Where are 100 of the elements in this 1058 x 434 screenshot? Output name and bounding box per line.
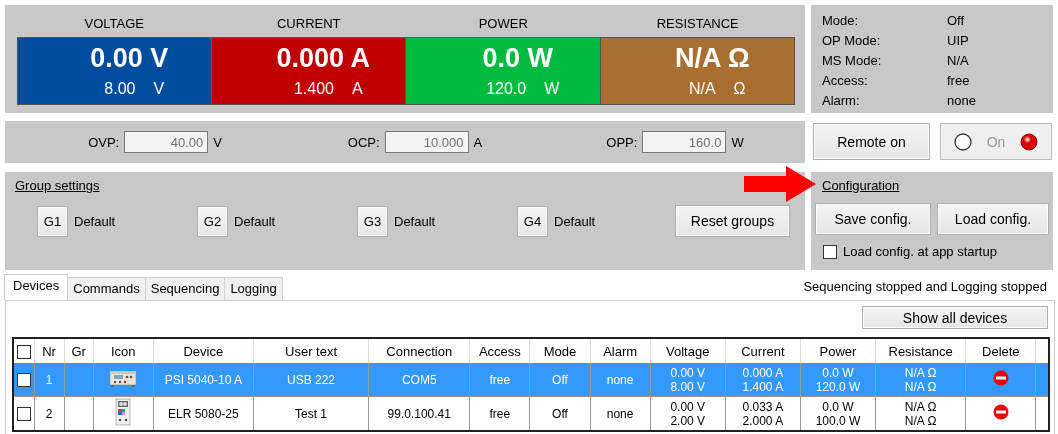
checkbox[interactable] (16, 372, 31, 387)
column-header: Current (741, 343, 785, 359)
column-header: Delete (982, 343, 1020, 359)
table-cell: PSI 5040-10 A (164, 372, 242, 387)
status-value: UIP (947, 33, 970, 49)
meter-label: RESISTANCE (655, 15, 740, 33)
meter-value: 0.0 W (481, 43, 553, 74)
table-cell: N/A Ω (904, 413, 937, 428)
checkbox[interactable] (16, 344, 31, 359)
tab[interactable]: Sequencing (144, 277, 226, 300)
status-label: Mode: (822, 13, 860, 29)
protection-label: OPP: (606, 134, 638, 150)
electronic-load-icon (115, 398, 132, 426)
status-label: OP Mode: (822, 33, 882, 49)
meter-label: VOLTAGE (83, 15, 145, 33)
reset-groups-button[interactable]: Reset groups (675, 205, 790, 237)
limit-value: 8.00 (104, 80, 136, 98)
status-label: MS Mode: (822, 53, 883, 69)
table-cell: 2 (45, 406, 53, 421)
group-button[interactable]: G3 (357, 205, 388, 237)
column-header: Access (478, 343, 521, 359)
meter-value: 0.000 A (275, 43, 371, 74)
column-header: User text (285, 343, 338, 359)
status-value: Off (947, 13, 966, 29)
group-button[interactable]: G4 (517, 205, 548, 237)
table-cell: Off (552, 406, 568, 421)
table-cell: N/A Ω (904, 399, 937, 414)
limit-unit: W (544, 80, 560, 98)
table-cell: 0.00 V (670, 399, 706, 414)
table-cell: 1.400 A (742, 379, 784, 394)
input-field[interactable]: 160.0 (642, 131, 727, 153)
table-cell: 8.00 V (670, 379, 706, 394)
status-value: free (947, 73, 971, 89)
table-cell: N/A Ω (904, 365, 937, 380)
group-name: Default (394, 213, 436, 229)
protection-label: OVP: (88, 134, 120, 150)
checkbox[interactable] (823, 244, 837, 259)
tab[interactable]: Devices (4, 274, 69, 300)
column-header: Icon (110, 343, 136, 359)
meter-value: N/A Ω (673, 43, 750, 74)
status-text: Sequencing stopped and Logging stopped (803, 278, 1048, 294)
table-cell: 99.0.100.41 (387, 406, 451, 421)
table-cell: 0.00 V (670, 365, 706, 380)
unit-label: W (731, 134, 744, 150)
input-field[interactable]: 40.00 (124, 131, 209, 153)
input-field[interactable]: 10.000 (384, 131, 469, 153)
unit-label: A (473, 134, 483, 150)
meter-label: POWER (477, 15, 529, 33)
table-row[interactable]: 2 ELR 5080-25 Test 1 99.0.100.41 free Off none 0.00 V 2.00 V 0.033 A 2.000 A 0.0 W 100.0 W N/A Ω N/A Ω (13, 396, 1049, 431)
radio-circle-icon (954, 132, 973, 151)
table-cell: 100.0 W (815, 413, 861, 428)
table-cell: 0.0 W (822, 399, 854, 414)
config-button[interactable]: Load config. (937, 203, 1049, 235)
table-cell: free (489, 372, 511, 387)
delete-icon[interactable] (992, 404, 1009, 420)
group-name: Default (554, 213, 596, 229)
table-cell: 0.000 A (742, 365, 784, 380)
meter-label: CURRENT (275, 15, 342, 33)
section-title: Configuration (822, 178, 900, 193)
power-supply-icon (109, 368, 138, 388)
tab[interactable]: Logging (224, 277, 283, 300)
remote-button[interactable]: Remote on (813, 123, 930, 160)
config-button[interactable]: Save config. (815, 203, 931, 235)
group-name: Default (74, 213, 116, 229)
limit-unit: V (153, 80, 165, 98)
column-header: Device (183, 343, 224, 359)
table-cell: Off (552, 372, 568, 387)
column-header: Nr (42, 343, 56, 359)
protection-label: OCP: (347, 134, 380, 150)
group-button[interactable]: G1 (37, 205, 68, 237)
pointer-arrow (744, 166, 816, 202)
table-cell: 2.000 A (742, 413, 784, 428)
table-cell: COM5 (401, 372, 437, 387)
delete-icon[interactable] (992, 370, 1009, 386)
table-cell: USB 222 (287, 372, 336, 387)
column-header: Mode (543, 343, 577, 359)
column-header: Voltage (666, 343, 710, 359)
output-label: On (986, 133, 1006, 150)
table-cell: free (489, 406, 511, 421)
checkbox-label: Load config. at app startup (843, 244, 997, 259)
table-cell: Test 1 (295, 406, 328, 421)
status-value: N/A (947, 53, 970, 69)
table-cell: none (606, 372, 634, 387)
limit-value: 1.400 (293, 80, 334, 98)
show-all-button[interactable]: Show all devices (862, 306, 1048, 329)
column-header: Alarm (603, 343, 638, 359)
column-header: Connection (386, 343, 453, 359)
limit-unit: A (351, 80, 363, 98)
meter-value: 0.00 V (89, 43, 169, 74)
status-value: none (947, 93, 977, 109)
group-button[interactable]: G2 (197, 205, 228, 237)
column-header: Resistance (888, 343, 953, 359)
tab[interactable]: Commands (67, 277, 146, 300)
limit-unit: Ω (733, 80, 746, 98)
table-cell: N/A Ω (904, 379, 937, 394)
checkbox[interactable] (16, 406, 31, 421)
status-label: Access: (822, 73, 869, 89)
table-cell: none (606, 406, 634, 421)
table-cell: ELR 5080-25 (167, 406, 239, 421)
section-title: Group settings (15, 178, 100, 193)
